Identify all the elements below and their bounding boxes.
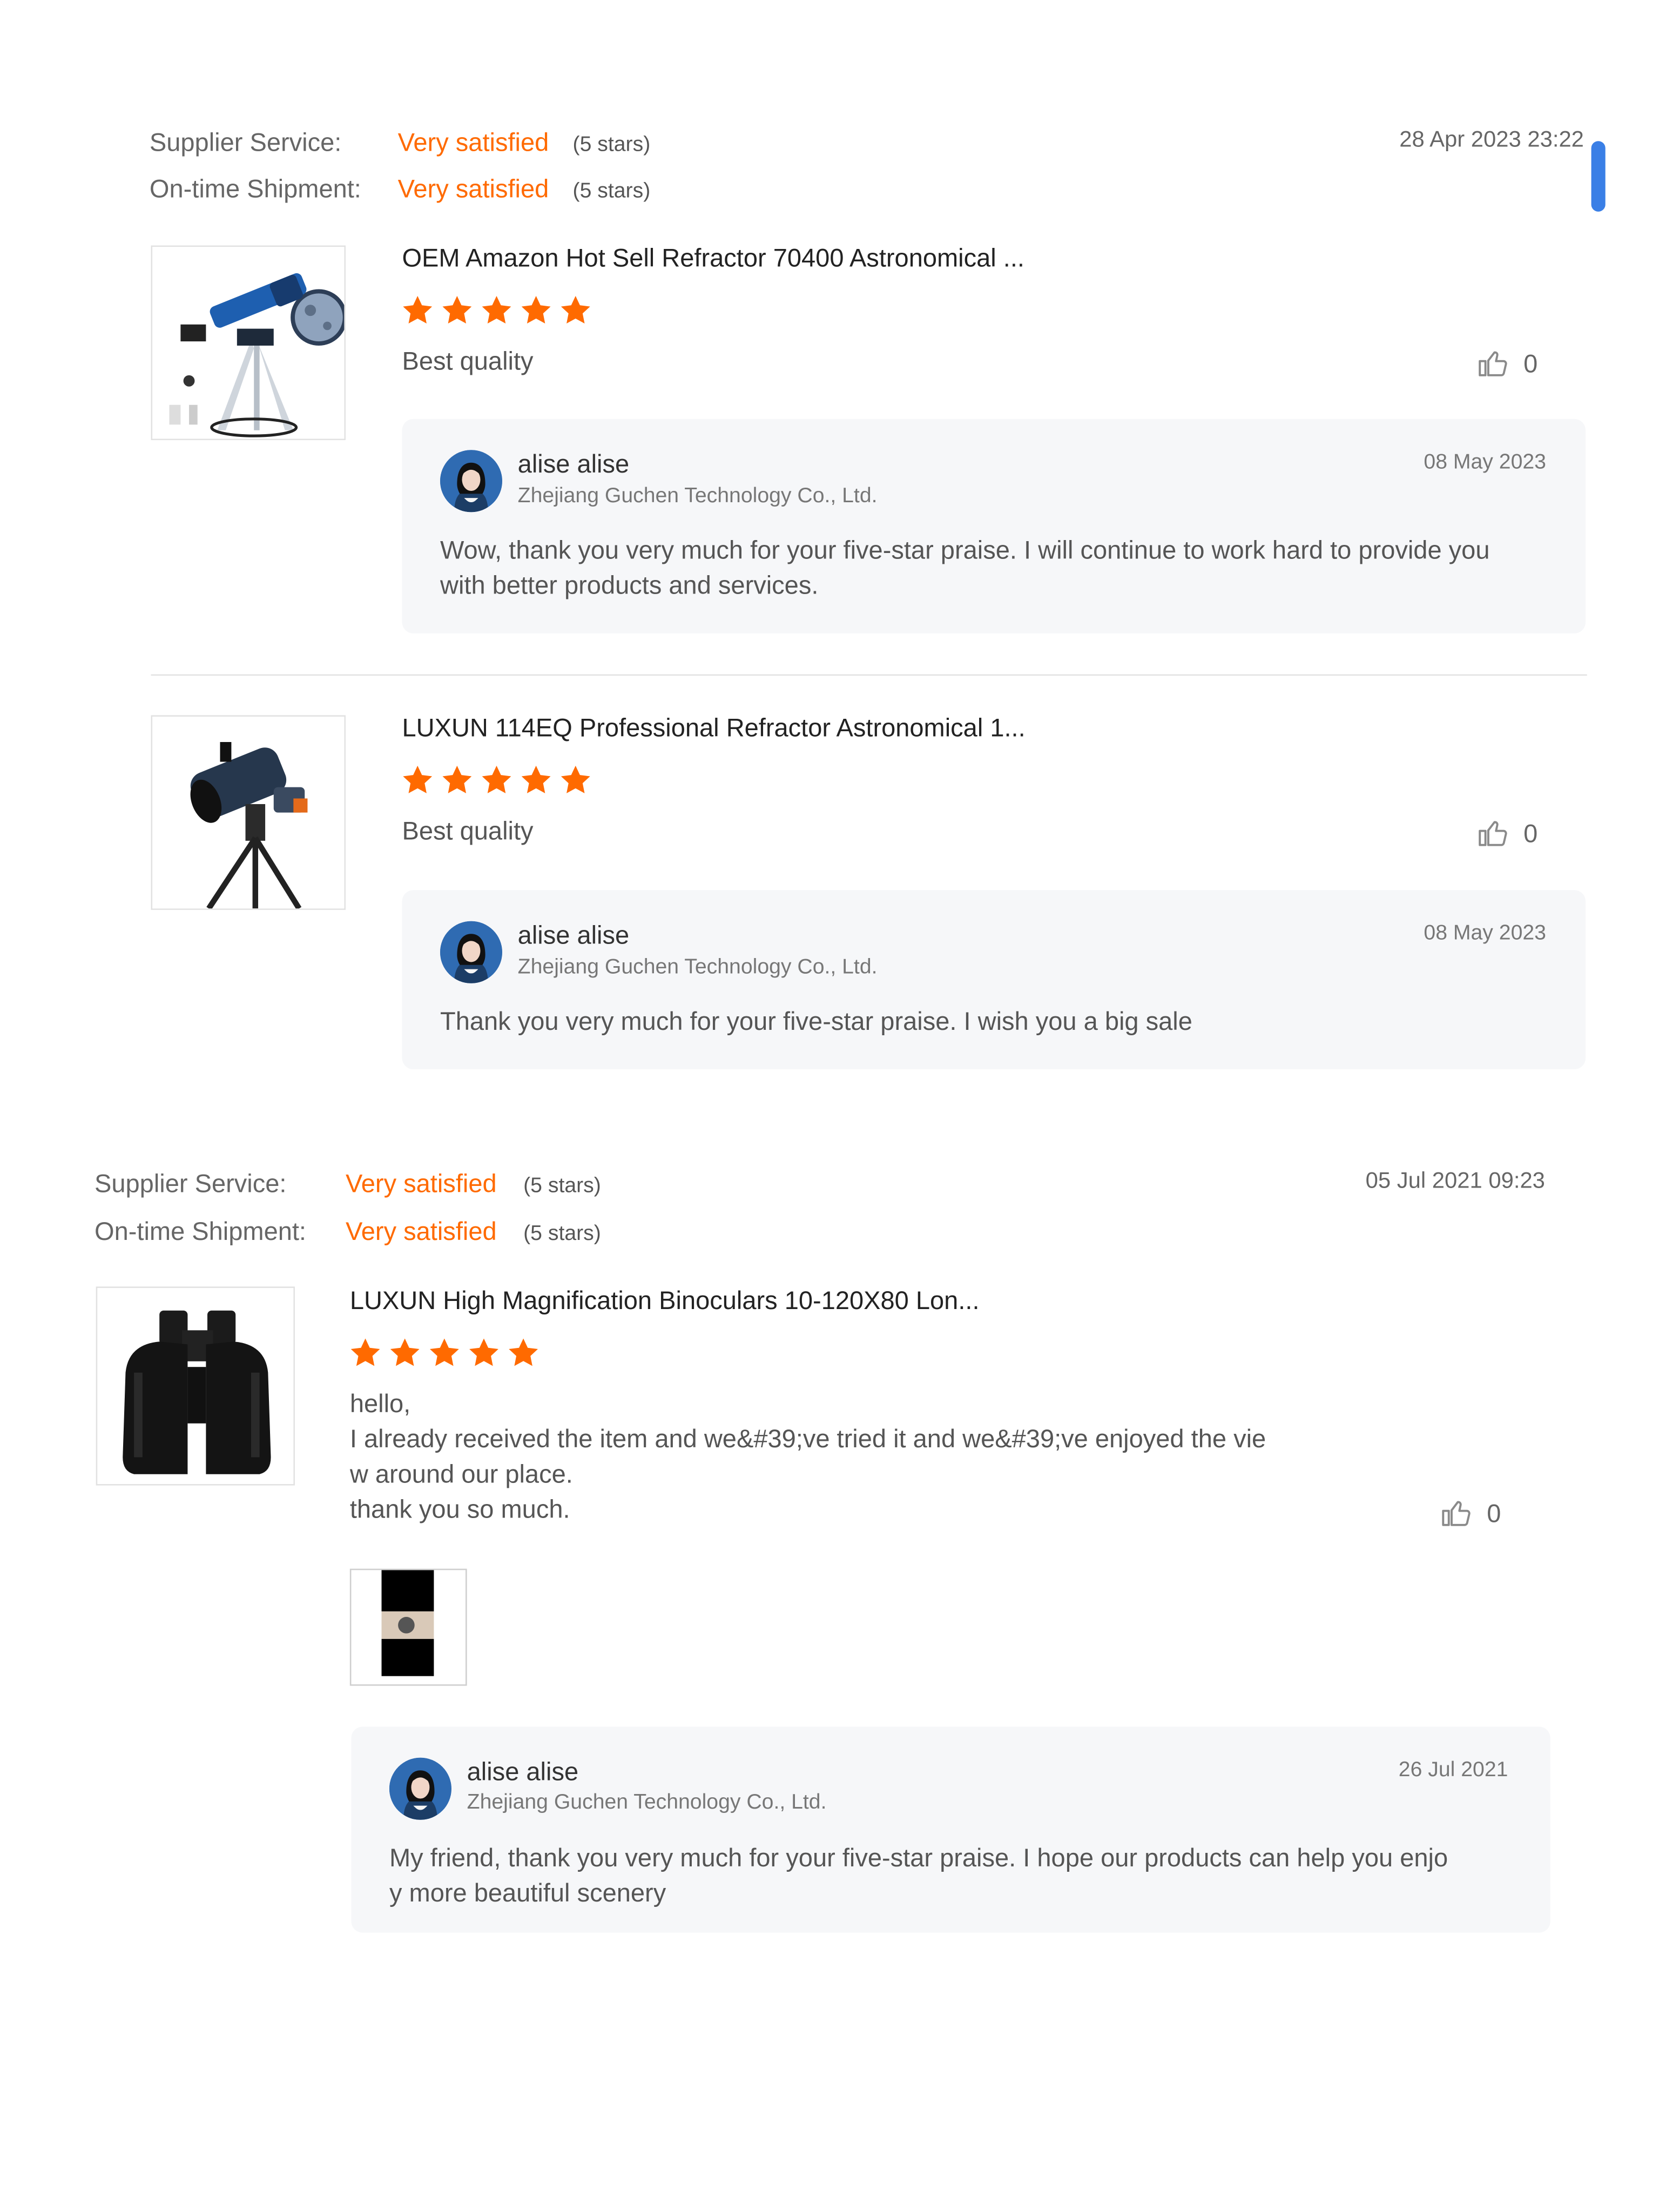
reply-text: My friend, thank you very much for your … <box>389 1841 1532 1912</box>
like-button[interactable]: 0 <box>1439 1497 1501 1531</box>
star-icon <box>519 293 553 327</box>
review-line: hello, <box>349 1390 411 1418</box>
supplier-service-count: (5 stars) <box>523 1174 601 1198</box>
divider <box>151 674 1587 676</box>
review-line: I already received the item and we&#39;v… <box>349 1425 1266 1453</box>
star-icon <box>558 763 592 797</box>
shipment-value: Very satisfied <box>345 1217 497 1246</box>
review-date: 28 Apr 2023 23:22 <box>1399 128 1584 153</box>
like-button[interactable]: 0 <box>1475 817 1537 851</box>
reply-date: 08 May 2023 <box>1424 450 1546 474</box>
telescope-image <box>152 247 345 439</box>
review-text: hello, I already received the item and w… <box>350 1387 1366 1528</box>
star-icon <box>480 293 514 327</box>
reply-line: My friend, thank you very much for your … <box>389 1844 1448 1872</box>
binoculars-image <box>97 1287 294 1485</box>
star-icon <box>401 763 435 797</box>
reply-line: y more beautiful scenery <box>389 1879 666 1907</box>
replier-name: alise alise <box>517 450 630 478</box>
rating-stars <box>401 763 592 797</box>
replier-name: alise alise <box>467 1757 579 1786</box>
product-image-telescope-114eq[interactable] <box>151 715 346 910</box>
product-title[interactable]: LUXUN High Magnification Binoculars 10-1… <box>350 1286 980 1316</box>
supplier-reply: alise alise Zhejiang Guchen Technology C… <box>402 419 1586 633</box>
product-image-telescope[interactable] <box>151 245 346 441</box>
star-icon <box>348 1336 382 1370</box>
star-icon <box>480 763 514 797</box>
replier-company[interactable]: Zhejiang Guchen Technology Co., Ltd. <box>467 1790 827 1814</box>
rating-stars <box>348 1336 540 1370</box>
avatar <box>440 921 502 983</box>
supplier-service-label: Supplier Service: <box>95 1169 287 1198</box>
star-icon <box>388 1336 422 1370</box>
reply-date: 26 Jul 2021 <box>1398 1757 1508 1782</box>
reply-text: Thank you very much for your five-star p… <box>440 1004 1569 1040</box>
rating-stars <box>401 293 592 327</box>
supplier-reply: alise alise Zhejiang Guchen Technology C… <box>351 1727 1550 1933</box>
star-icon <box>507 1336 541 1370</box>
supplier-reply: alise alise Zhejiang Guchen Technology C… <box>402 890 1586 1070</box>
like-count: 0 <box>1487 1499 1501 1527</box>
product-image-binoculars[interactable] <box>96 1286 295 1486</box>
replier-company[interactable]: Zhejiang Guchen Technology Co., Ltd. <box>518 955 878 979</box>
reply-line: with better products and services. <box>440 571 819 600</box>
star-icon <box>401 293 435 327</box>
shipment-value: Very satisfied <box>397 174 549 204</box>
thumbs-up-icon <box>1475 347 1509 381</box>
star-icon <box>440 763 474 797</box>
review-text: Best quality <box>402 817 534 845</box>
review-text: Best quality <box>402 347 534 375</box>
reply-line: Thank you very much for your five-star p… <box>440 1007 1192 1036</box>
product-title[interactable]: LUXUN 114EQ Professional Refractor Astro… <box>402 714 1025 744</box>
reply-line: Wow, thank you very much for your five-s… <box>440 536 1490 564</box>
star-icon <box>519 763 553 797</box>
supplier-service-value: Very satisfied <box>345 1169 497 1198</box>
thumbs-up-icon <box>1439 1497 1473 1531</box>
shipment-label: On-time Shipment: <box>149 174 361 204</box>
like-count: 0 <box>1523 349 1538 377</box>
replier-company[interactable]: Zhejiang Guchen Technology Co., Ltd. <box>518 484 878 508</box>
review-photo <box>381 1570 434 1676</box>
reply-text: Wow, thank you very much for your five-s… <box>440 533 1569 604</box>
thumbs-up-icon <box>1475 817 1509 851</box>
supplier-service-value: Very satisfied <box>397 128 549 157</box>
like-count: 0 <box>1523 819 1538 847</box>
like-button[interactable]: 0 <box>1475 347 1537 381</box>
star-icon <box>558 293 592 327</box>
star-icon <box>440 293 474 327</box>
review-photo-thumbnail[interactable] <box>349 1568 467 1686</box>
shipment-count: (5 stars) <box>572 179 651 204</box>
review-date: 05 Jul 2021 09:23 <box>1365 1169 1545 1193</box>
shipment-label: On-time Shipment: <box>95 1217 307 1246</box>
review-line: w around our place. <box>349 1460 573 1488</box>
star-icon <box>467 1336 501 1370</box>
avatar <box>440 450 502 512</box>
telescope-image <box>152 716 345 909</box>
reply-date: 08 May 2023 <box>1424 921 1546 946</box>
shipment-count: (5 stars) <box>523 1222 601 1246</box>
supplier-service-label: Supplier Service: <box>149 128 342 157</box>
scrollbar-handle[interactable] <box>1591 141 1606 212</box>
star-icon <box>427 1336 461 1370</box>
replier-name: alise alise <box>517 921 630 950</box>
avatar <box>389 1757 451 1820</box>
reviews-page: Supplier Service: Very satisfied (5 star… <box>0 0 1659 2212</box>
review-line: thank you so much. <box>349 1495 570 1524</box>
supplier-service-count: (5 stars) <box>572 132 651 157</box>
product-title[interactable]: OEM Amazon Hot Sell Refractor 70400 Astr… <box>402 244 1024 274</box>
